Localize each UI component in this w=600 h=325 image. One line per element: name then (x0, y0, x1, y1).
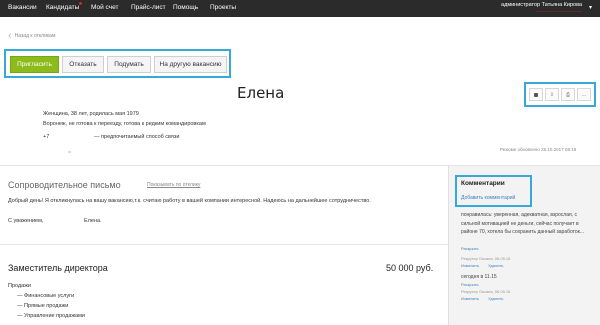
comment-actions: Изменить Удалить (461, 263, 511, 268)
back-link[interactable]: ‹ Назад к откликам (8, 30, 55, 42)
position-subarea: — Управление продажами (17, 313, 85, 319)
candidate-name: Елена (237, 84, 285, 102)
nav-item-projects[interactable]: Проекты (210, 4, 236, 11)
nav-item-vacancies[interactable]: Вакансии (8, 4, 37, 11)
comment-expand-link[interactable]: Раскрыть (461, 282, 479, 287)
edit-comment-link[interactable]: Изменить (461, 296, 479, 301)
reject-button[interactable]: Отказать (62, 56, 104, 73)
user-menu-name[interactable]: администратор Татьяна Кирова (501, 2, 582, 8)
add-comment-link[interactable]: Добавить комментарий (461, 195, 515, 201)
delete-comment-link[interactable]: Удалить (488, 296, 503, 301)
top-nav-bar: Вакансии Кандидаты Мой счет Прайс-лист П… (0, 0, 600, 17)
print-icon[interactable]: ⎙ (561, 88, 575, 101)
chevron-left-icon: ‹ (8, 29, 12, 42)
user-menu-subtitle: ———— —————— (535, 9, 582, 14)
favorite-icon[interactable] (529, 88, 543, 101)
position-title: Заместитель директора (8, 263, 108, 273)
more-options-icon[interactable]: ... (577, 88, 591, 101)
hidden-contact-placeholder (68, 151, 71, 153)
nav-item-my-account[interactable]: Мой счет (91, 4, 118, 11)
comments-title: Комментарии (461, 180, 505, 187)
comment-expand-link[interactable]: Раскрыть (461, 246, 479, 251)
candidate-location: Воронеж, не готова к переезду, готова к … (43, 121, 206, 127)
candidate-phone: +7 (43, 134, 50, 140)
comment-actions: Изменить Удалить (461, 296, 511, 301)
nav-item-candidates[interactable]: Кандидаты (46, 4, 79, 11)
comment-text: понравилась: уверенная, адекватная, взро… (461, 212, 585, 235)
comment-meta: Рекрутер Оксана, 06.05.16 (461, 256, 511, 261)
section-divider (0, 244, 448, 245)
cover-letter-toggle[interactable]: Показывать по отклику (147, 182, 200, 188)
candidate-phone-note: — предпочитаемый способ связи (94, 134, 180, 140)
delete-comment-link[interactable]: Удалить (488, 263, 503, 268)
invite-button[interactable]: Пригласить (10, 56, 59, 73)
candidate-actions: Пригласить Отказать Подумать На другую в… (4, 49, 231, 78)
comments-header: Комментарии Добавить комментарий (455, 175, 532, 207)
chevron-down-icon[interactable]: ▾ (589, 4, 592, 11)
back-link-label: Назад к откликам (14, 33, 56, 39)
comment-meta: Рекрутер Оксана, 06.05.16 (461, 289, 511, 294)
cover-letter-sign: С уважением, (8, 218, 44, 224)
position-area: Продажи (8, 283, 31, 289)
resume-tools: ⇩ ⎙ ... (524, 82, 596, 107)
cover-letter-sign-name: Елена. (84, 218, 102, 224)
think-button[interactable]: Подумать (107, 56, 151, 73)
cover-letter-text: Добрый день! Я откликнулась на вашу вака… (8, 198, 371, 204)
nav-item-price-list[interactable]: Прайс-лист (131, 4, 166, 11)
notification-dot-icon (79, 2, 82, 5)
other-vacancy-button[interactable]: На другую вакансию (154, 56, 227, 73)
nav-item-help[interactable]: Помощь (173, 4, 198, 11)
candidate-demographics: Женщина, 38 лет, родилась мая 1979 (43, 111, 139, 117)
comment-text: сегодня в 11.15 (461, 274, 497, 280)
cover-letter-title: Сопроводительное письмо (8, 180, 121, 190)
download-icon[interactable]: ⇩ (545, 88, 559, 101)
position-subarea: — Прямые продажи (17, 303, 69, 309)
resume-updated-date: Резюме обновлено 25.10.2017 08:19 (500, 147, 577, 152)
position-subarea: — Финансовые услуги (17, 293, 75, 299)
position-salary: 50 000 руб. (386, 263, 434, 273)
edit-comment-link[interactable]: Изменить (461, 263, 479, 268)
